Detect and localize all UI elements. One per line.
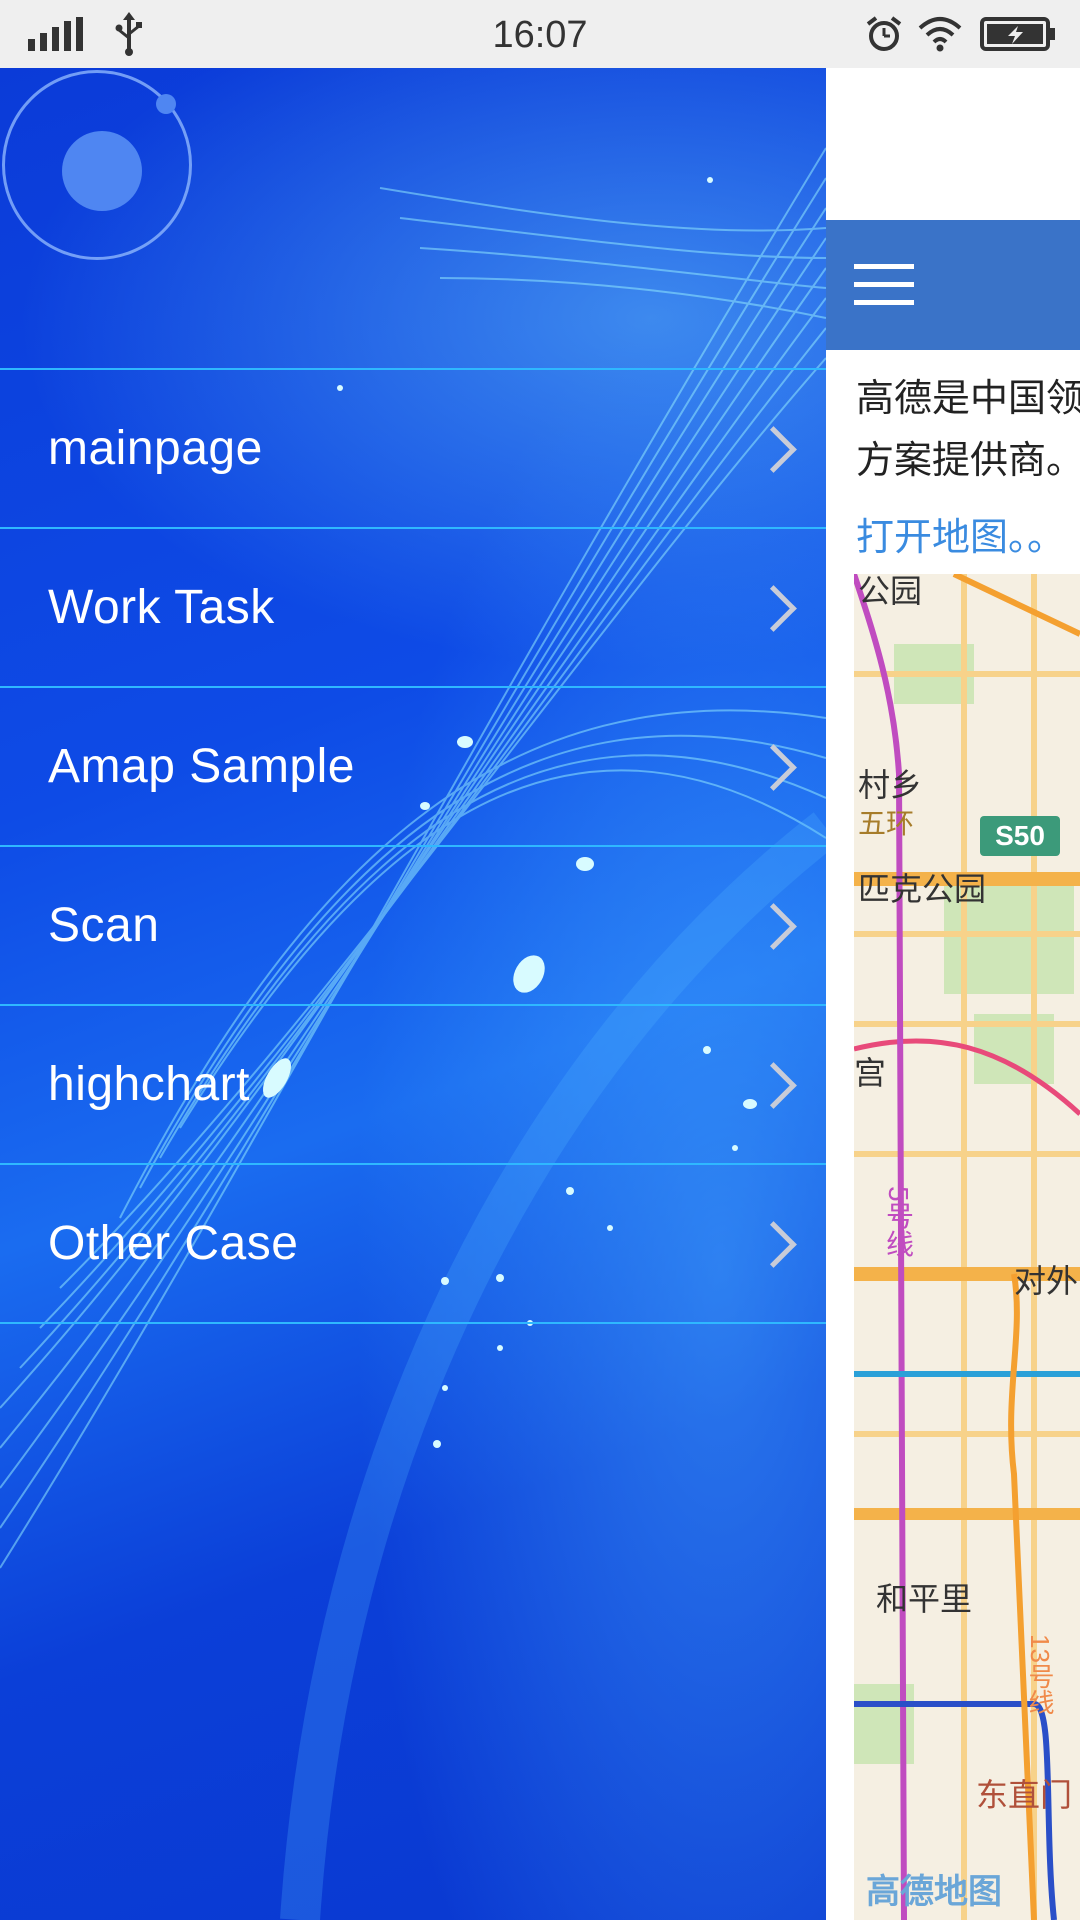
avatar-small-dot xyxy=(156,94,176,114)
menu-item-label: Work Task xyxy=(48,581,275,634)
menu-item-label: highchart xyxy=(48,1058,250,1111)
intro-text: 高德是中国领 方案提供商。 xyxy=(856,368,1080,492)
map-watermark-logo: 高德地图 xyxy=(866,1873,1002,1911)
intro-text-line: 高德是中国领 xyxy=(856,378,1080,420)
map-view[interactable]: 公园 村乡 五环 S50 匹克公园 宫 5号线 对外 和平里 东直门 13号线 … xyxy=(854,574,1080,1920)
menu-item-highchart[interactable]: highchart xyxy=(0,1006,826,1165)
menu-item-other-case[interactable]: Other Case xyxy=(0,1165,826,1324)
alarm-icon xyxy=(866,0,902,68)
drawer-menu: mainpage Work Task Amap Sample Scan high… xyxy=(0,368,826,1324)
status-bar: 16:07 xyxy=(0,0,1080,68)
avatar[interactable] xyxy=(2,70,192,260)
map-label: 5号线 xyxy=(883,1186,914,1258)
chevron-right-icon xyxy=(750,1061,797,1109)
intro-text-line: 方案提供商。 xyxy=(856,440,1080,482)
chevron-right-icon xyxy=(750,425,797,473)
highway-badge: S50 xyxy=(980,816,1060,856)
menu-item-mainpage[interactable]: mainpage xyxy=(0,370,826,529)
hamburger-menu-icon[interactable] xyxy=(854,264,914,306)
map-label: 村乡 xyxy=(858,767,923,803)
header-bar xyxy=(826,220,1080,350)
chevron-right-icon xyxy=(750,902,797,950)
side-drawer: mainpage Work Task Amap Sample Scan high… xyxy=(0,68,826,1920)
menu-item-scan[interactable]: Scan xyxy=(0,847,826,1006)
chevron-right-icon xyxy=(750,1220,797,1268)
map-label: 宫 xyxy=(854,1055,887,1091)
menu-item-amap-sample[interactable]: Amap Sample xyxy=(0,688,826,847)
main-content: 高德是中国领 方案提供商。 打开地图。。 公园 村乡 五环 S50 匹克公园 宫… xyxy=(826,68,1080,1920)
chevron-right-icon xyxy=(750,743,797,791)
battery-charging-icon xyxy=(980,0,1056,68)
map-label: 和平里 xyxy=(876,1581,973,1617)
menu-item-label: mainpage xyxy=(48,422,263,475)
map-label: 公园 xyxy=(858,574,923,609)
open-map-link[interactable]: 打开地图。。 xyxy=(856,506,1065,561)
chevron-right-icon xyxy=(750,584,797,632)
map-label: 对外 xyxy=(1014,1263,1079,1299)
menu-item-label: Amap Sample xyxy=(48,740,355,793)
wifi-icon xyxy=(918,0,962,68)
menu-item-label: Other Case xyxy=(48,1217,299,1270)
map-label: 13号线 xyxy=(1025,1634,1055,1715)
menu-item-label: Scan xyxy=(48,899,160,952)
map-label: 东直门 xyxy=(976,1777,1073,1813)
map-label: 五环 xyxy=(858,808,915,839)
menu-item-work-task[interactable]: Work Task xyxy=(0,529,826,688)
map-label: 匹克公园 xyxy=(858,871,987,907)
avatar-dot xyxy=(62,131,142,211)
